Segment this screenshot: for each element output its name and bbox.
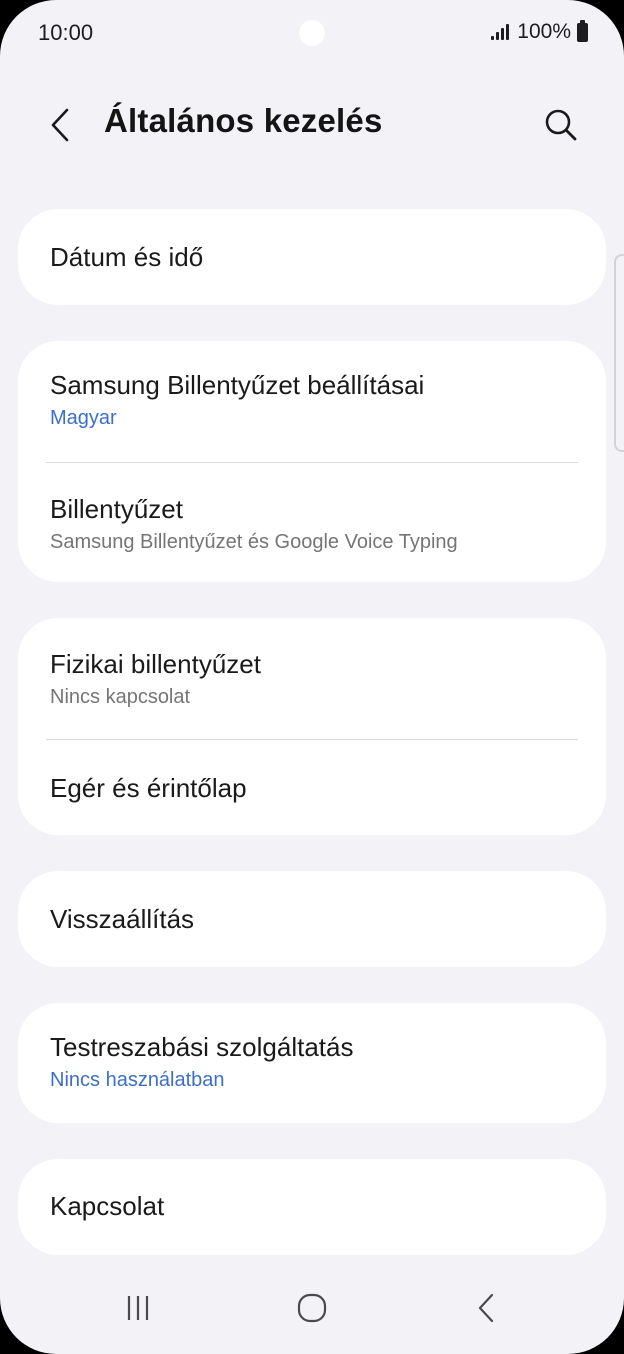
settings-item-mouse-touchpad[interactable]: Egér és érintőlap <box>18 740 606 835</box>
card-input-devices: Fizikai billentyűzet Nincs kapcsolat Egé… <box>18 618 606 835</box>
card-keyboard: Samsung Billentyűzet beállításai Magyar … <box>18 341 606 582</box>
navigation-bar <box>0 1274 624 1354</box>
item-title: Egér és érintőlap <box>50 773 247 803</box>
item-title: Visszaállítás <box>50 904 195 934</box>
item-subtitle: Magyar <box>50 407 117 429</box>
settings-item-physical-keyboard[interactable]: Fizikai billentyűzet Nincs kapcsolat <box>18 618 606 739</box>
item-title: Kapcsolat <box>50 1191 165 1221</box>
settings-item-date-time[interactable]: Dátum és idő <box>18 209 606 305</box>
chevron-left-icon <box>51 108 69 142</box>
item-subtitle: Nincs kapcsolat <box>50 686 191 708</box>
battery-percent: 100% <box>517 20 571 43</box>
settings-item-reset[interactable]: Visszaállítás <box>18 871 606 967</box>
search-button[interactable] <box>538 102 584 148</box>
card-customization: Testreszabási szolgáltatás Nincs használ… <box>18 1003 606 1123</box>
settings-item-customization-service[interactable]: Testreszabási szolgáltatás Nincs használ… <box>18 1003 606 1123</box>
recents-button[interactable] <box>108 1286 168 1330</box>
item-subtitle: Nincs használatban <box>50 1069 225 1091</box>
recents-icon <box>127 1296 149 1320</box>
item-title: Dátum és idő <box>50 242 204 272</box>
item-subtitle: Samsung Billentyűzet és Google Voice Typ… <box>50 531 458 553</box>
item-title: Fizikai billentyűzet <box>50 649 261 679</box>
phone-screen: 10:00 100% Általános kezelés Dátum és id… <box>0 0 624 1354</box>
card-contact: Kapcsolat <box>18 1159 606 1255</box>
back-button[interactable] <box>40 104 80 146</box>
settings-item-contact[interactable]: Kapcsolat <box>18 1159 606 1255</box>
settings-item-keyboard-list[interactable]: Billentyűzet Samsung Billentyűzet és Goo… <box>18 463 606 582</box>
app-header: Általános kezelés <box>0 90 624 160</box>
status-time: 10:00 <box>38 20 94 45</box>
card-reset: Visszaállítás <box>18 871 606 967</box>
nav-back-button[interactable] <box>456 1286 516 1330</box>
item-title: Billentyűzet <box>50 494 183 524</box>
card-date-time: Dátum és idő <box>18 209 606 305</box>
battery-icon <box>577 19 588 42</box>
home-icon <box>297 1293 327 1323</box>
signal-icon <box>491 24 510 40</box>
search-icon <box>545 109 577 141</box>
status-indicators: 100% <box>491 19 588 44</box>
status-bar: 10:00 100% <box>0 0 624 66</box>
camera-cutout <box>299 20 325 46</box>
settings-item-samsung-keyboard[interactable]: Samsung Billentyűzet beállításai Magyar <box>18 341 606 462</box>
home-button[interactable] <box>282 1286 342 1330</box>
item-title: Testreszabási szolgáltatás <box>50 1032 354 1062</box>
back-icon <box>478 1293 494 1323</box>
page-title: Általános kezelés <box>104 102 383 139</box>
item-title: Samsung Billentyűzet beállításai <box>50 370 425 400</box>
scroll-indicator[interactable] <box>614 254 624 452</box>
